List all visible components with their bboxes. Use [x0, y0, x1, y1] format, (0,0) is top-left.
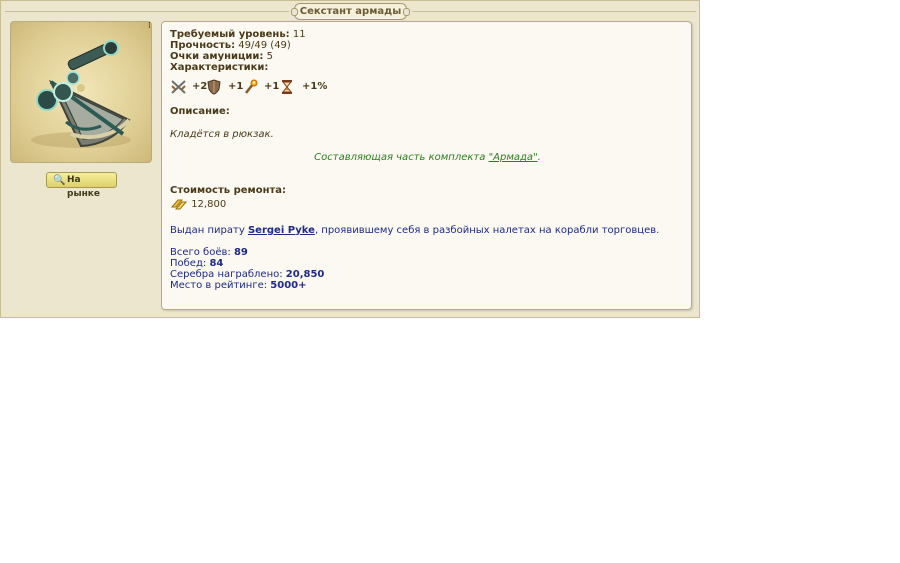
issued-suffix: , проявившему себя в разбойных налетах н… [314, 225, 660, 236]
issued-text: Выдан пирату Sergei Pyke, проявившему се… [170, 225, 659, 236]
silver-stat: Серебра награблено: 20,850 [170, 269, 324, 280]
issued-prefix: Выдан пирату [170, 225, 245, 236]
required-level-label: Требуемый уровень: [170, 29, 290, 40]
durability: Прочность: 49/49 (49) [170, 40, 291, 51]
stat-value: +1% [302, 81, 328, 92]
rank-stat: Место в рейтинге: 5000+ [170, 280, 307, 291]
repair-cost-heading: Стоимость ремонта: [170, 185, 286, 196]
repair-cost: 12,800 [170, 197, 226, 211]
rank-label: Место в рейтинге: [170, 280, 268, 291]
title-divider-left [5, 11, 289, 12]
gold-coins-icon [170, 199, 188, 210]
magnifier-icon: 🔍 [53, 175, 66, 186]
set-link[interactable]: "Армада" [489, 152, 538, 163]
durability-label: Прочность: [170, 40, 236, 51]
ammo-points: Очки амуниции: 5 [170, 51, 273, 62]
durability-value: 49/49 [238, 40, 268, 51]
wins-label: Побед: [170, 258, 207, 269]
torch-icon [245, 79, 258, 94]
silver-value: 20,850 [285, 269, 325, 280]
shield-icon [207, 79, 221, 95]
durability-max: (49) [270, 40, 291, 51]
battles-value: 89 [233, 247, 248, 258]
description-label: Описание: [170, 106, 230, 117]
item-info-box: Требуемый уровень: 11 Прочность: 49/49 (… [161, 21, 692, 310]
set-membership: Составляющая часть комплекта "Армада". [162, 152, 693, 163]
description-heading: Описание: [170, 106, 230, 117]
required-level: Требуемый уровень: 11 [170, 29, 306, 40]
silver-label: Серебра награблено: [170, 269, 283, 280]
set-text-prefix: Составляющая часть комплекта [314, 152, 486, 163]
ammo-points-value: 5 [266, 51, 273, 62]
ammo-points-label: Очки амуниции: [170, 51, 264, 62]
window-title: Секстант армады [291, 3, 410, 20]
description-text: Кладётся в рюкзак. [170, 129, 274, 140]
repair-cost-value: 12,800 [191, 199, 227, 210]
set-text-suffix: . [537, 152, 541, 163]
wins-stat: Побед: 84 [170, 258, 223, 269]
market-button[interactable]: 🔍 На рынке [46, 172, 117, 199]
sextant-icon [31, 40, 131, 148]
wins-value: 84 [209, 258, 224, 269]
stats-label: Характеристики: [170, 62, 269, 73]
description: Кладётся в рюкзак. [170, 129, 274, 140]
required-level-value: 11 [292, 29, 306, 40]
item-image [10, 21, 152, 163]
hourglass-icon [281, 80, 293, 94]
player-link[interactable]: Sergei Pyke [248, 225, 315, 236]
battles-label: Всего боёв: [170, 247, 231, 258]
title-divider-right [412, 11, 696, 12]
market-button-label: На рынке [67, 175, 101, 199]
stats-heading: Характеристики: [170, 62, 268, 73]
battles-stat: Всего боёв: 89 [170, 247, 248, 258]
item-panel: Секстант армады ⁞ 🔍 На рынке Требуемый у… [0, 0, 700, 318]
info-icon[interactable]: ⁞ [148, 21, 151, 31]
crossed-swords-icon [171, 80, 186, 94]
stat-value: +1 [264, 81, 280, 92]
rank-value: 5000+ [270, 280, 307, 291]
repair-cost-label: Стоимость ремонта: [170, 185, 287, 196]
